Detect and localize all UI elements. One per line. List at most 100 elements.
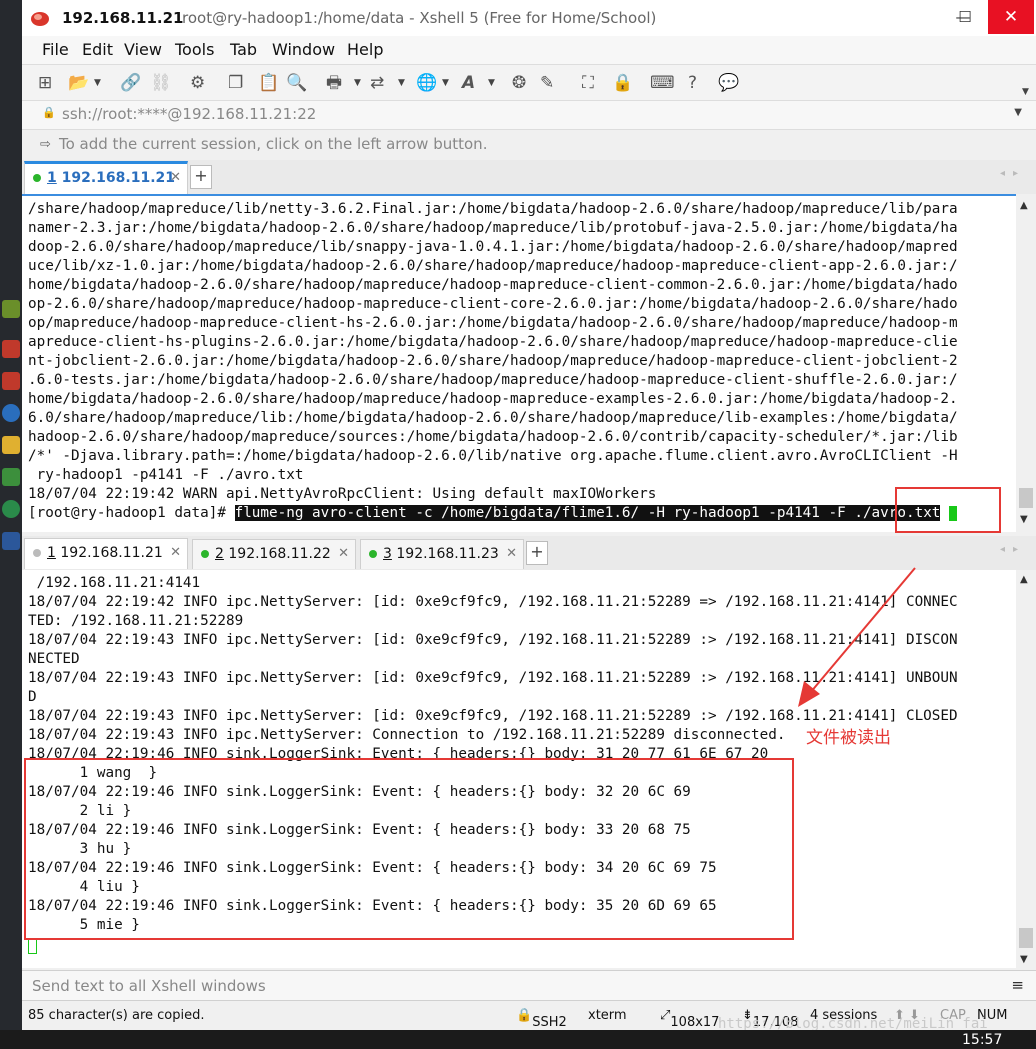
menu-tab[interactable]: Tab <box>230 40 257 59</box>
annotation-label: 文件被读出 <box>806 728 891 748</box>
top-scrollbar[interactable]: ▲ ▼ <box>1016 196 1036 530</box>
dropdown-arrow-icon[interactable]: ▼ <box>488 72 495 94</box>
session-hint-bar: ⇨ To add the current session, click on t… <box>22 129 1036 160</box>
terminal-line: .6.0-tests.jar:/home/bigdata/hadoop-2.6.… <box>28 372 958 388</box>
transfer-icon[interactable]: ⇄ <box>370 72 384 94</box>
copy-icon[interactable]: ❐ <box>228 72 243 94</box>
scroll-down-icon[interactable]: ▼ <box>1020 954 1028 965</box>
xftp-icon[interactable]: ❂ <box>512 72 526 94</box>
command-highlight-box <box>895 487 1001 533</box>
terminal-line: ry-hadoop1 -p4141 -F ./avro.txt <box>28 467 304 483</box>
scroll-thumb[interactable] <box>1019 928 1033 948</box>
desktop-app-icon[interactable] <box>2 340 20 358</box>
close-tab-icon[interactable]: ✕ <box>506 540 517 568</box>
selected-command[interactable]: flume-ng avro-client -c /home/bigdata/fl… <box>234 505 941 521</box>
menu-tools[interactable]: Tools <box>175 40 214 59</box>
menu-bar: File Edit View Tools Tab Window Help <box>22 36 1036 64</box>
desktop-app-icon[interactable] <box>2 500 20 518</box>
send-bar-menu-icon[interactable]: ≡ <box>1011 976 1024 994</box>
toolbar: ⊞ 📂 ▼ 🔗 ⛓ ⚙ ❐ 📋 🔍 🖶 ▼ ⇄ ▼ 🌐 ▼ A ▼ ❂ ✎ ⛶ … <box>22 64 1036 101</box>
tab-number: 2 <box>215 546 224 562</box>
font-icon[interactable]: A <box>462 72 475 94</box>
tab-session-3[interactable]: 3 192.168.11.23 ✕ <box>360 539 524 569</box>
desktop-app-icon[interactable] <box>2 436 20 454</box>
menu-edit[interactable]: Edit <box>82 40 113 59</box>
dropdown-arrow-icon[interactable]: ▼ <box>398 72 405 94</box>
menu-help[interactable]: Help <box>347 40 383 59</box>
tab-label: 192.168.11.23 <box>396 546 499 562</box>
terminal-line: D <box>28 689 37 705</box>
events-highlight-box <box>24 758 794 940</box>
annotation-arrow-icon <box>798 567 916 707</box>
script-icon[interactable]: ✎ <box>540 72 554 94</box>
tab-session-1[interactable]: 1 192.168.11.21 ✕ <box>24 538 188 569</box>
terminal-line: op-2.6.0/share/hadoop/mapreduce/hadoop-m… <box>28 296 958 312</box>
scroll-down-icon[interactable]: ▼ <box>1020 514 1028 525</box>
session-hint-text: To add the current session, click on the… <box>59 135 488 153</box>
address-dropdown-icon[interactable]: ▼ <box>1014 107 1022 118</box>
desktop-app-icon[interactable] <box>2 404 20 422</box>
new-tab-button[interactable]: + <box>190 165 212 189</box>
send-to-all-bar[interactable]: Send text to all Xshell windows ≡ <box>22 970 1036 1001</box>
tab-nav-arrows-icon[interactable]: ◂▸ <box>1000 168 1026 179</box>
new-tab-button[interactable]: + <box>526 541 548 565</box>
scroll-thumb[interactable] <box>1019 488 1033 508</box>
tab-session-1[interactable]: 1 192.168.11.21 ✕ <box>24 161 188 195</box>
keyboard-icon[interactable]: ⌨ <box>650 72 675 94</box>
find-icon[interactable]: 🔍 <box>286 72 307 94</box>
close-tab-icon[interactable]: ✕ <box>338 540 349 568</box>
close-button[interactable]: ✕ <box>988 0 1034 34</box>
maximize-button[interactable]: ☐ <box>942 0 988 34</box>
menu-view[interactable]: View <box>124 40 162 59</box>
menu-window[interactable]: Window <box>272 40 335 59</box>
terminal-line: /share/hadoop/mapreduce/lib/netty-3.6.2.… <box>28 201 958 217</box>
disconnect-icon[interactable]: ⛓ <box>150 72 172 94</box>
desktop-app-icon[interactable] <box>2 372 20 390</box>
bottom-scrollbar[interactable]: ▲ ▼ <box>1016 570 1036 968</box>
lock-icon[interactable]: 🔒 <box>612 72 633 94</box>
session-url[interactable]: ssh://root:****@192.168.11.21:22 <box>62 105 316 123</box>
terminal-line: doop-2.6.0/share/hadoop/mapreduce/lib/sn… <box>28 239 958 255</box>
terminal-line: namer-2.3.jar:/home/bigdata/hadoop-2.6.0… <box>28 220 958 236</box>
connected-status-icon <box>33 174 41 182</box>
send-to-all-input[interactable]: Send text to all Xshell windows <box>32 977 266 995</box>
scroll-up-icon[interactable]: ▲ <box>1020 574 1028 585</box>
help-icon[interactable]: ? <box>688 72 697 94</box>
terminal-line: 18/07/04 22:19:43 INFO ipc.NettyServer: … <box>28 727 786 743</box>
tab-number: 1 <box>47 170 57 186</box>
desktop-app-icon[interactable] <box>2 300 20 318</box>
desktop-app-icon[interactable] <box>2 532 20 550</box>
terminal-line: home/bigdata/hadoop-2.6.0/share/hadoop/m… <box>28 277 958 293</box>
menu-file[interactable]: File <box>42 40 69 59</box>
new-session-icon[interactable]: ⊞ <box>38 72 52 94</box>
chat-icon[interactable]: 💬 <box>718 72 739 94</box>
fullscreen-icon[interactable]: ⛶ <box>582 72 594 94</box>
terminal-top[interactable]: /share/hadoop/mapreduce/lib/netty-3.6.2.… <box>22 194 1016 532</box>
desktop-app-icon[interactable] <box>2 468 20 486</box>
shell-prompt: [root@ry-hadoop1 data]# <box>28 505 235 521</box>
terminal-line: apreduce-client-hs-plugins-2.6.0.jar:/ho… <box>28 334 958 350</box>
desktop-strip <box>0 0 22 1049</box>
close-tab-icon[interactable]: ✕ <box>170 164 181 192</box>
properties-icon[interactable]: ⚙ <box>190 72 205 94</box>
scroll-up-icon[interactable]: ▲ <box>1020 200 1028 211</box>
terminal-line: hadoop-2.6.0/share/hadoop/mapreduce/sour… <box>28 429 958 445</box>
globe-icon[interactable]: 🌐 <box>416 72 437 94</box>
tab-label: 192.168.11.21 <box>61 170 175 186</box>
dropdown-arrow-icon[interactable]: ▼ <box>354 72 361 94</box>
close-tab-icon[interactable]: ✕ <box>170 539 181 567</box>
terminal-line: /*' -Djava.library.path=:/home/bigdata/h… <box>28 448 958 464</box>
connect-icon[interactable]: 🔗 <box>120 72 141 94</box>
address-bar[interactable]: 🔒 ssh://root:****@192.168.11.21:22 ▼ <box>22 100 1036 129</box>
open-folder-icon[interactable]: 📂 <box>68 72 89 94</box>
dropdown-arrow-icon[interactable]: ▼ <box>442 72 449 94</box>
paste-icon[interactable]: 📋 <box>258 72 279 94</box>
tab-number: 1 <box>47 545 56 561</box>
arrow-hint-icon[interactable]: ⇨ <box>40 137 51 152</box>
protocol-status: 🔒 SSH2 <box>516 1008 567 1030</box>
print-icon[interactable]: 🖶 <box>326 72 342 94</box>
terminal-cursor <box>28 938 37 954</box>
dropdown-arrow-icon[interactable]: ▼ <box>94 72 101 94</box>
tab-session-2[interactable]: 2 192.168.11.22 ✕ <box>192 539 356 569</box>
tab-nav-arrows-icon[interactable]: ◂▸ <box>1000 544 1026 555</box>
